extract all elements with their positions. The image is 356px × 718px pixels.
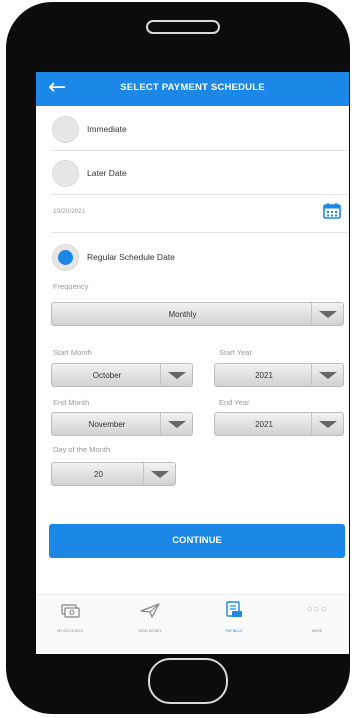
frequency-label: Frequency [53, 282, 89, 291]
top-app-bar: ← SELECT PAYMENT SCHEDULE [36, 72, 349, 106]
nav-item-more[interactable]: ○○○ MORE [287, 601, 347, 641]
continue-button[interactable]: CONTINUE [49, 524, 345, 558]
dropdown-toggle[interactable] [160, 364, 192, 386]
day-of-month-dropdown[interactable]: 20 [51, 462, 176, 486]
start-month-label: Start Month [53, 348, 92, 357]
radio-label-immediate: Immediate [87, 124, 127, 134]
radio-label-later-date: Later Date [87, 168, 127, 178]
chevron-down-icon [168, 421, 186, 428]
nav-label: SEND MONEY [138, 629, 162, 633]
radio-option-later-date[interactable]: Later Date [52, 160, 342, 188]
nav-label: PAY BILLS [225, 629, 243, 633]
start-month-value: October [92, 371, 122, 380]
radio-button-regular-schedule[interactable] [52, 244, 79, 271]
day-of-month-label: Day of the Month [53, 445, 111, 454]
start-month-dropdown[interactable]: October [51, 363, 193, 387]
radio-button-immediate[interactable] [52, 116, 79, 143]
phone-speaker [146, 20, 220, 34]
end-month-dropdown[interactable]: November [51, 412, 193, 436]
divider [52, 150, 348, 151]
chevron-down-icon [319, 421, 337, 428]
end-month-value: November [88, 420, 126, 429]
phone-home-button[interactable] [148, 658, 228, 704]
end-month-label: End Month [53, 398, 90, 407]
chevron-down-icon [168, 372, 186, 379]
radio-button-later-date[interactable] [52, 160, 79, 187]
app-screen: ← SELECT PAYMENT SCHEDULE Immediate Late… [36, 72, 349, 654]
frequency-dropdown[interactable]: Monthly [51, 302, 344, 326]
dropdown-toggle[interactable] [160, 413, 192, 435]
start-year-label: Start Year [219, 348, 252, 357]
nav-item-my-accounts[interactable]: MY ACCOUNTS [40, 601, 100, 641]
start-year-value: 2021 [255, 371, 273, 380]
divider [52, 194, 348, 195]
phone-frame: ← SELECT PAYMENT SCHEDULE Immediate Late… [6, 2, 350, 714]
dropdown-toggle[interactable] [311, 303, 343, 325]
more-dots-icon: ○○○ [306, 604, 328, 615]
nav-item-pay-bills[interactable]: PAY BILLS [204, 601, 264, 641]
radio-selected-dot [58, 250, 73, 265]
money-icon [61, 604, 80, 618]
radio-label-regular-schedule: Regular Schedule Date [87, 252, 175, 262]
end-year-label: End Year [219, 398, 250, 407]
bill-icon [226, 601, 242, 617]
page-title: SELECT PAYMENT SCHEDULE [120, 82, 265, 93]
radio-option-regular-schedule[interactable]: Regular Schedule Date [52, 244, 342, 272]
start-year-dropdown[interactable]: 2021 [214, 363, 344, 387]
day-of-month-value: 20 [94, 470, 103, 479]
bottom-nav-bar: MY ACCOUNTS SEND MONEY PAY BILLS ○○○ MOR… [36, 594, 349, 654]
radio-option-immediate[interactable]: Immediate [52, 116, 342, 144]
paper-plane-icon [140, 603, 160, 618]
frequency-value: Monthly [168, 310, 197, 319]
chevron-down-icon [151, 471, 169, 478]
dropdown-toggle[interactable] [143, 463, 175, 485]
chevron-down-icon [319, 311, 337, 318]
end-year-dropdown[interactable]: 2021 [214, 412, 344, 436]
end-year-value: 2021 [255, 420, 273, 429]
dropdown-toggle[interactable] [311, 413, 343, 435]
nav-item-send-money[interactable]: SEND MONEY [120, 601, 180, 641]
nav-label: MORE [311, 629, 323, 633]
calendar-icon[interactable] [323, 202, 341, 219]
dropdown-toggle[interactable] [311, 364, 343, 386]
later-date-value[interactable]: 10/20/2021 [53, 208, 86, 215]
divider [52, 232, 348, 233]
chevron-down-icon [319, 372, 337, 379]
nav-label: MY ACCOUNTS [57, 629, 83, 633]
